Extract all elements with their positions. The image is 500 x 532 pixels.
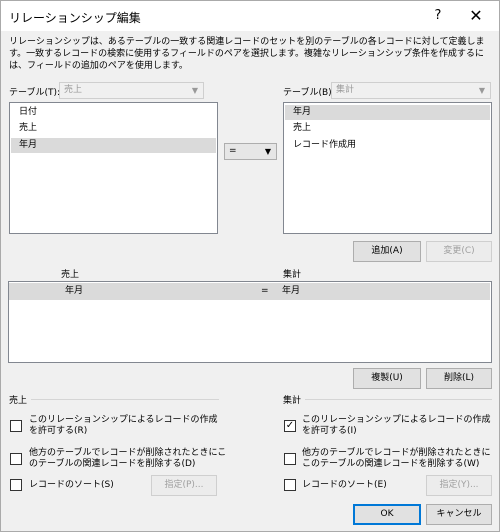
right-cascade-delete-checkbox[interactable] [284,453,296,465]
left-group-title: 売上 [9,396,28,406]
list-item[interactable]: レコード作成用 [285,138,490,153]
right-table-label: テーブル(B): [283,88,335,98]
list-item[interactable]: 売上 [285,121,490,136]
list-item[interactable]: 年月 [11,138,216,153]
right-table-select[interactable]: 集計 ▼ [331,82,491,99]
right-allow-create-label: このリレーションシップによるレコードの作成を許可する(I) [302,415,491,436]
left-table-select[interactable]: 売上 ▼ [59,82,204,99]
change-button[interactable]: 変更(C) [426,241,492,262]
list-item[interactable]: 日付 [11,105,216,120]
chevron-down-icon: ▼ [264,147,271,156]
right-field-list[interactable]: 年月 売上 レコード作成用 [283,102,492,234]
left-table-value: 売上 [64,85,83,95]
right-group-title: 集計 [283,396,302,406]
right-table-value: 集計 [336,85,355,95]
checkmark-icon: ✓ [285,420,295,431]
relation-left-header: 売上 [61,270,80,280]
help-button[interactable]: ? [429,7,447,25]
left-specify-button[interactable]: 指定(P)... [151,475,217,496]
operator-value: = [229,146,237,156]
title-bar: リレーションシップ編集 ? ✕ [1,1,499,31]
left-allow-create-label: このリレーションシップによるレコードの作成を許可する(R) [29,415,218,436]
relation-left-field: 年月 [65,286,84,296]
relationship-edit-dialog: リレーションシップ編集 ? ✕ リレーションシップは、あるテーブルの一致する関連… [0,0,500,532]
left-sort-label: レコードのソート(S) [29,480,114,490]
chevron-down-icon: ▼ [478,86,485,95]
list-item[interactable]: 売上 [11,121,216,136]
left-field-list[interactable]: 日付 売上 年月 [9,102,218,234]
relation-operator: = [261,286,269,296]
right-sort-label: レコードのソート(E) [302,480,387,490]
right-specify-button[interactable]: 指定(Y)... [426,475,492,496]
ok-button[interactable]: OK [353,504,421,525]
description-text: リレーションシップは、あるテーブルの一致する関連レコードのセットを別のテーブルの… [9,37,485,71]
chevron-down-icon: ▼ [191,86,198,95]
add-button[interactable]: 追加(A) [353,241,421,262]
table-row[interactable]: 年月 = 年月 [9,283,490,300]
operator-select[interactable]: = ▼ [224,143,277,160]
delete-button[interactable]: 削除(L) [426,368,492,389]
right-sort-checkbox[interactable] [284,479,296,491]
duplicate-button[interactable]: 複製(U) [353,368,421,389]
relation-right-field: 年月 [282,286,301,296]
list-item[interactable]: 年月 [285,105,490,120]
left-table-label: テーブル(T): [9,88,61,98]
right-group-divider [305,399,492,400]
relation-right-header: 集計 [283,270,302,280]
left-cascade-delete-checkbox[interactable] [10,453,22,465]
left-cascade-delete-label: 他方のテーブルでレコードが削除されたときにこのテーブルの関連レコードを削除する(… [29,448,227,469]
right-cascade-delete-label: 他方のテーブルでレコードが削除されたときにこのテーブルの関連レコードを削除する(… [302,448,491,469]
right-allow-create-checkbox[interactable]: ✓ [284,420,296,432]
cancel-button[interactable]: キャンセル [426,504,492,525]
left-sort-checkbox[interactable] [10,479,22,491]
close-button[interactable]: ✕ [467,7,485,25]
left-group-divider [31,399,219,400]
window-title: リレーションシップ編集 [9,11,141,25]
left-allow-create-checkbox[interactable] [10,420,22,432]
